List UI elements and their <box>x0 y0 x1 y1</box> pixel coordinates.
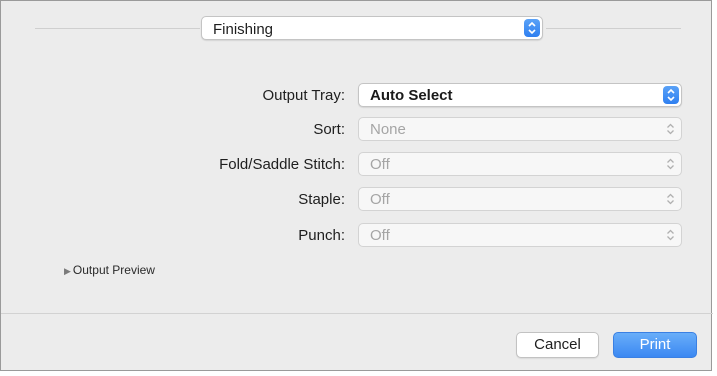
pane-selector-value: Finishing <box>213 21 274 38</box>
up-down-arrows-icon <box>524 19 540 37</box>
staple-popup[interactable]: Off <box>358 187 682 211</box>
pane-selector-popup[interactable]: Finishing <box>201 16 543 40</box>
output-tray-popup[interactable]: Auto Select <box>358 83 682 107</box>
punch-label: Punch: <box>298 227 345 244</box>
up-down-chevron-icon <box>667 193 674 205</box>
punch-value: Off <box>370 227 390 244</box>
staple-label: Staple: <box>298 191 345 208</box>
output-preview-disclosure[interactable]: ▶ Output Preview <box>64 263 155 277</box>
header-separator-right <box>546 28 681 29</box>
sort-value: None <box>370 121 406 138</box>
print-button[interactable]: Print <box>613 332 697 358</box>
footer-separator <box>1 313 713 314</box>
disclosure-triangle-icon[interactable]: ▶ <box>64 266 71 276</box>
cancel-button[interactable]: Cancel <box>516 332 599 358</box>
up-down-chevron-icon <box>667 229 674 241</box>
up-down-chevron-icon <box>667 158 674 170</box>
fold-saddle-stitch-label: Fold/Saddle Stitch: <box>219 156 345 173</box>
staple-value: Off <box>370 191 390 208</box>
output-preview-label: Output Preview <box>72 263 155 277</box>
fold-saddle-stitch-popup[interactable]: Off <box>358 152 682 176</box>
fold-saddle-stitch-value: Off <box>370 156 390 173</box>
print-dialog: Finishing Output Tray: Auto Select Sort:… <box>0 0 713 371</box>
sort-popup[interactable]: None <box>358 117 682 141</box>
output-tray-value: Auto Select <box>370 87 453 104</box>
sort-label: Sort: <box>313 121 345 138</box>
output-tray-label: Output Tray: <box>262 87 345 104</box>
up-down-chevron-icon <box>667 123 674 135</box>
header-separator-left <box>35 28 200 29</box>
punch-popup[interactable]: Off <box>358 223 682 247</box>
up-down-arrows-icon <box>663 86 679 104</box>
